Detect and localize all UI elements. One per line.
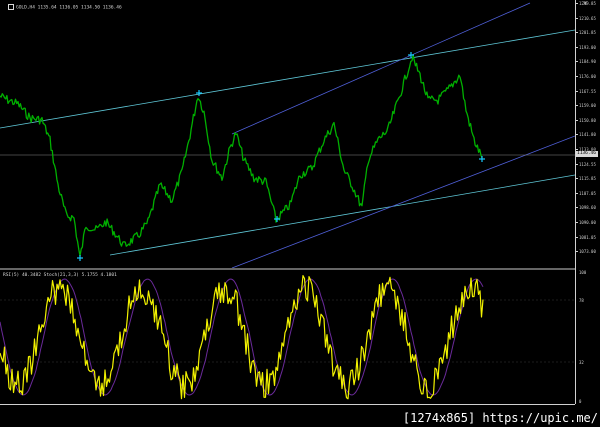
price-tick-mark [575, 149, 578, 150]
price-tick-label: 1073.00 [579, 249, 596, 255]
indicator-chart[interactable] [0, 270, 575, 404]
price-tick-label: 1124.55 [579, 161, 596, 167]
price-axis[interactable]: 1219.85 1210.65 1201.85 1193.00 1184.90 1176.… [575, 0, 600, 404]
price-tick-mark [575, 32, 578, 34]
bid-price-label: 1136.46 [576, 151, 598, 157]
indicator-chart-canvas[interactable] [0, 270, 575, 404]
price-tick-label: 1176.00 [579, 74, 596, 79]
trendline-upper[interactable] [0, 29, 575, 129]
chart-window: GOLD,H4 1135.64 1136.05 1134.50 1136.46 … [0, 0, 600, 427]
chart-title-text: GOLD,H4 1135.64 1136.05 1134.50 1136.46 [16, 5, 122, 11]
price-tick-label: 1098.60 [579, 205, 596, 211]
price-tick-label: 1115.85 [579, 176, 596, 182]
price-tick-label: 1219.85 [579, 1, 596, 6]
price-tick-mark [575, 134, 578, 136]
indicator-tick-label: 32 [579, 360, 584, 365]
price-tick-mark [575, 178, 578, 180]
price-tick-label: 1201.85 [579, 30, 596, 36]
arrow-marker-icon[interactable] [479, 156, 485, 162]
chart-title: GOLD,H4 1135.64 1136.05 1134.50 1136.46 [8, 4, 122, 11]
price-tick-mark [575, 163, 578, 165]
arrow-marker-icon[interactable] [77, 255, 83, 261]
price-tick-label: 1193.00 [579, 44, 596, 50]
price-tick-mark [575, 119, 578, 121]
price-tick-label: 1090.00 [579, 220, 596, 225]
price-tick-mark [575, 236, 578, 238]
symbol-checkbox-icon [8, 4, 14, 10]
price-tick-label: 1150.80 [579, 117, 596, 123]
trendline-lower[interactable] [109, 174, 575, 256]
price-tick-mark [575, 105, 578, 107]
price-tick-mark [575, 251, 578, 253]
price-tick-mark [575, 17, 578, 19]
price-tick-mark [575, 222, 578, 223]
channel-line-upper[interactable] [231, 2, 531, 135]
price-tick-mark [575, 61, 578, 63]
price-tick-mark [575, 90, 578, 92]
price-tick-label: 1141.80 [579, 132, 596, 138]
price-tick-mark [575, 46, 578, 48]
price-tick-label: 1081.05 [579, 234, 596, 240]
price-tick-label: 1107.05 [579, 190, 596, 196]
watermark: [1274x865] https://upic.me/ [402, 411, 598, 425]
indicator-tick-label: 0 [579, 399, 582, 404]
price-tick-label: 1210.65 [579, 15, 596, 21]
price-tick-label: 1159.00 [579, 103, 596, 109]
price-chart-canvas[interactable] [0, 0, 575, 268]
price-chart[interactable] [0, 0, 575, 268]
indicator-tick-label: 78 [579, 298, 584, 303]
stochastic-line [0, 278, 484, 396]
time-axis[interactable] [0, 404, 575, 409]
arrow-marker-icon[interactable] [196, 90, 202, 96]
indicator-tick-label: 100 [579, 270, 587, 275]
price-tick-mark [575, 3, 578, 4]
price-tick-mark [575, 192, 578, 194]
price-tick-mark [575, 207, 578, 209]
price-tick-mark [575, 76, 578, 77]
rsi-line [0, 274, 484, 400]
channel-line-lower[interactable] [231, 135, 575, 268]
price-line [0, 54, 483, 257]
price-tick-label: 1184.90 [579, 59, 596, 65]
indicator-title: RSI(5) 40.3482 Stoch(21,3,3) 5.1755 4.18… [3, 273, 117, 278]
price-tick-label: 1167.55 [579, 88, 596, 94]
